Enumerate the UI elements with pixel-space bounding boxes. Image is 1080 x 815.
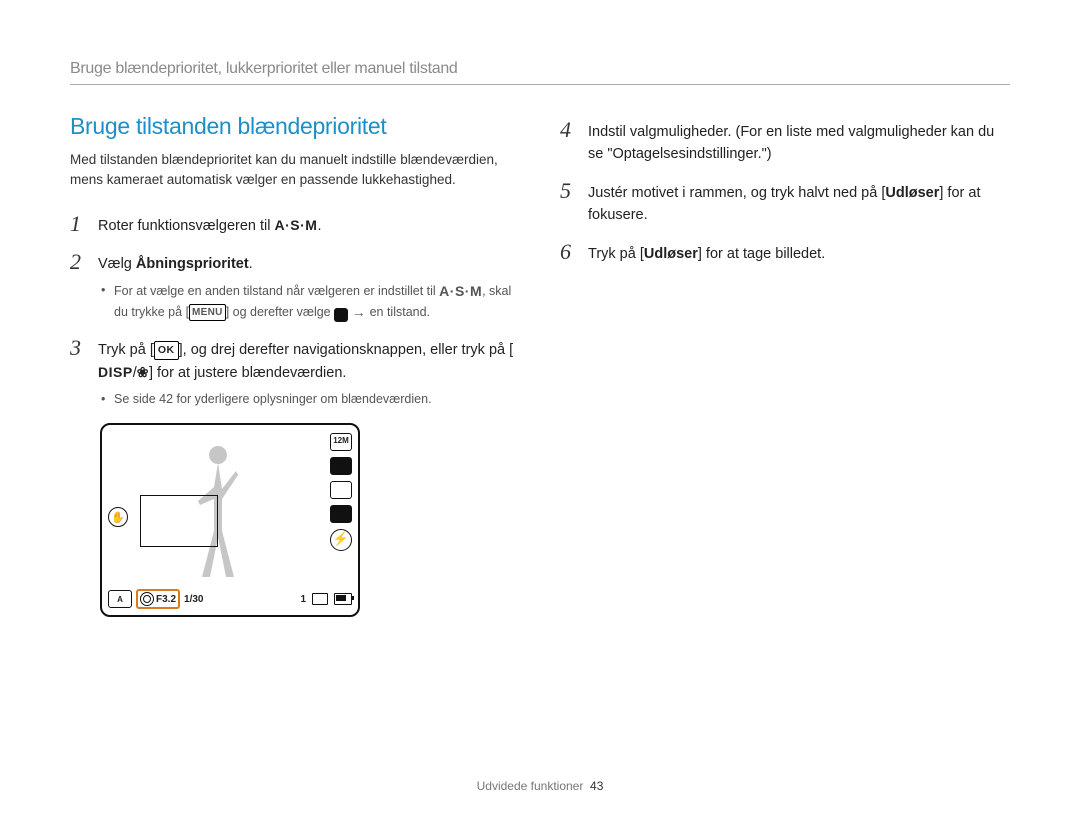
- disp-icon: DISP: [98, 362, 133, 384]
- step-body: Justér motivet i rammen, og tryk halvt n…: [588, 180, 1010, 227]
- ok-icon: OK: [154, 341, 179, 359]
- step-number: 1: [70, 213, 86, 235]
- page-footer: Udvidede funktioner 43: [0, 779, 1080, 793]
- res-icon: 12M: [330, 433, 352, 451]
- aperture-value-highlight: F3.2: [136, 589, 180, 609]
- step-body: Indstil valgmuligheder. (For en liste me…: [588, 119, 1010, 166]
- stabilization-icon: ✋: [108, 507, 128, 527]
- left-steps: 1 Roter funktionsvælgeren til A·S·M. 2 Vælg…: [70, 213, 520, 410]
- asm-icon: A·S·M: [275, 215, 318, 237]
- camera-mode-icon: A: [108, 590, 132, 608]
- right-status-icons: 12M ⚡: [330, 433, 352, 551]
- macro-flower-icon: ❀: [137, 362, 149, 384]
- status-icon-2: [330, 457, 352, 475]
- step: 4 Indstil valgmuligheder. (For en liste m…: [560, 119, 1010, 166]
- shutter-speed: 1/30: [184, 594, 203, 605]
- page-number: 43: [590, 779, 603, 793]
- step: 2 Vælg Åbningsprioritet.For at vælge en a…: [70, 251, 520, 323]
- camera-screen-illustration: ✋ 12M ⚡ A F3.2 1/30: [100, 423, 360, 617]
- step-number: 3: [70, 337, 86, 359]
- status-icon-3: [330, 481, 352, 499]
- camera-bottom-bar: A F3.2 1/30 1: [108, 589, 352, 609]
- sd-card-icon: [312, 593, 328, 605]
- aperture-icon: [140, 592, 154, 606]
- breadcrumb: Bruge blændeprioritet, lukkerprioritet e…: [70, 60, 1010, 85]
- f-value: F3.2: [156, 594, 176, 605]
- bold-text: Udløser: [644, 246, 698, 262]
- arrow-icon: →: [352, 302, 367, 323]
- intro-paragraph: Med tilstanden blændeprioritet kan du ma…: [70, 150, 520, 191]
- step: 6 Tryk på [Udløser] for at tage billedet.: [560, 241, 1010, 265]
- flash-icon: ⚡: [330, 529, 352, 551]
- mode-icon: [334, 308, 348, 322]
- step-body: Roter funktionsvælgeren til A·S·M.: [98, 213, 321, 237]
- bold-text: Udløser: [885, 185, 939, 201]
- step: 5 Justér motivet i rammen, og tryk halvt …: [560, 180, 1010, 227]
- battery-icon: [334, 593, 352, 605]
- footer-label: Udvidede funktioner: [477, 779, 584, 793]
- step-number: 5: [560, 180, 576, 202]
- step-subnote: For at vælge en anden tilstand når vælge…: [98, 281, 520, 323]
- counter: 1: [300, 594, 306, 605]
- focus-rectangle: [140, 495, 218, 547]
- step-subnote: Se side 42 for yderligere oplysninger om…: [98, 390, 520, 409]
- step-number: 2: [70, 251, 86, 273]
- step: 3 Tryk på [OK], og drej derefter navigati…: [70, 337, 520, 409]
- step-number: 6: [560, 241, 576, 263]
- menu-icon: MENU: [189, 304, 226, 321]
- right-steps: 4 Indstil valgmuligheder. (For en liste m…: [560, 119, 1010, 265]
- step-body: Vælg Åbningsprioritet.For at vælge en an…: [98, 251, 520, 323]
- step-number: 4: [560, 119, 576, 141]
- section-title: Bruge tilstanden blændeprioritet: [70, 113, 520, 140]
- status-icon-4: [330, 505, 352, 523]
- step-body: Tryk på [OK], og drej derefter navigatio…: [98, 337, 520, 409]
- left-column: Bruge tilstanden blændeprioritet Med til…: [70, 113, 520, 617]
- bold-text: Åbningsprioritet: [136, 256, 249, 272]
- step-body: Tryk på [Udløser] for at tage billedet.: [588, 241, 825, 265]
- asm-icon: A·S·M: [439, 281, 482, 302]
- right-column: 4 Indstil valgmuligheder. (For en liste m…: [560, 113, 1010, 617]
- step: 1 Roter funktionsvælgeren til A·S·M.: [70, 213, 520, 237]
